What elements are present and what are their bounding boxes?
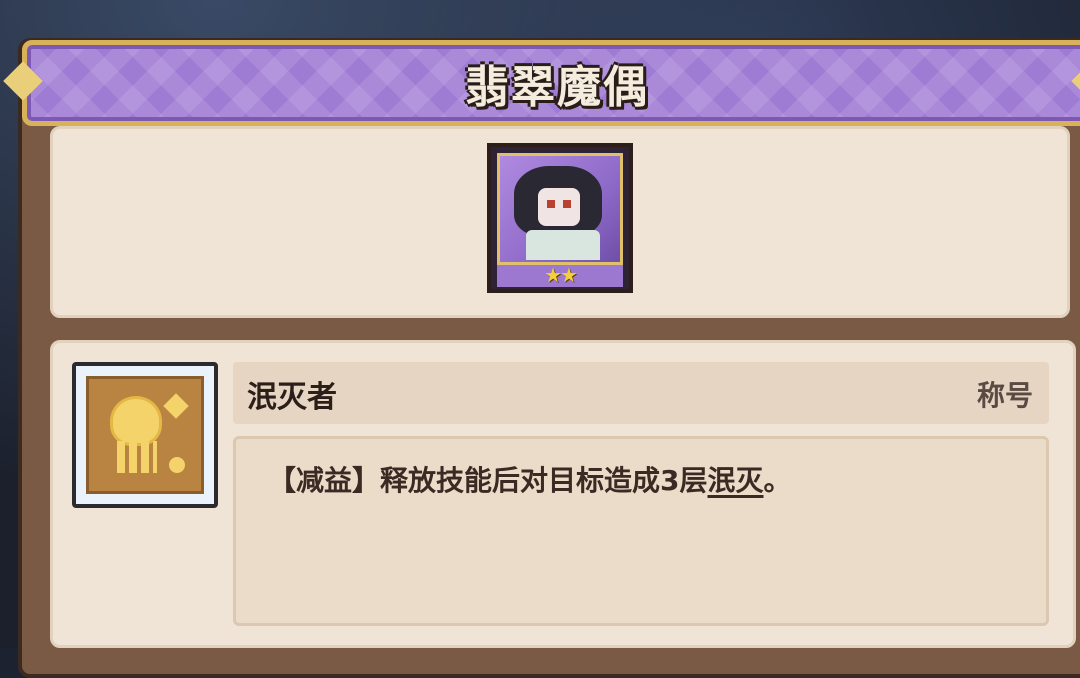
skill-type-tag: 称号 — [976, 379, 1033, 412]
keyword-link[interactable]: 泯灭 — [707, 464, 763, 497]
skill-icon-button[interactable] — [72, 362, 218, 508]
unit-portrait[interactable]: ★★ — [487, 143, 633, 293]
description-end: 。 — [763, 464, 792, 497]
character-eye — [563, 200, 571, 208]
description-text: 【减益】释放技能后对目标造成3层 — [268, 464, 708, 497]
sparkle-figure-icon — [86, 376, 204, 494]
glyph-spark — [169, 457, 185, 473]
skill-name: 泯灭者 — [247, 380, 337, 415]
star-rating-icon: ★★ — [544, 263, 578, 287]
star-bar: ★★ — [497, 263, 623, 287]
glyph-spark — [163, 393, 189, 419]
character-eye — [547, 200, 555, 208]
character-face — [538, 188, 580, 226]
portrait-image — [497, 153, 623, 265]
glyph-head — [113, 399, 159, 443]
glyph-tentacles — [117, 441, 157, 473]
skill-header: 泯灭者 称号 — [233, 362, 1049, 424]
unit-title: 翡翠魔偶 — [465, 62, 649, 113]
skill-description-box: 【减益】释放技能后对目标造成3层泯灭。 — [233, 436, 1049, 626]
title-banner: 翡翠魔偶 — [22, 40, 1080, 126]
character-body — [526, 230, 600, 260]
skill-description: 【减益】释放技能后对目标造成3层泯灭。 — [268, 459, 792, 499]
